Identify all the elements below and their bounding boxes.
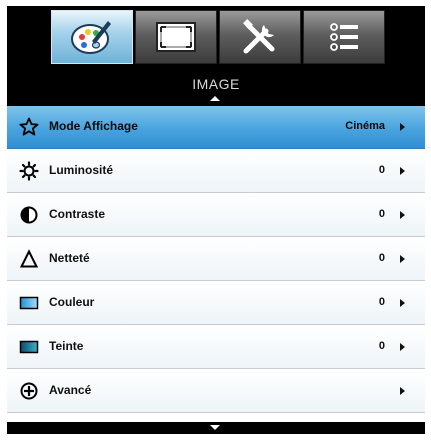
menu-item-label: Mode Affichage [49, 119, 138, 133]
menu-item-value: 0 [378, 296, 385, 308]
advanced-icon [19, 381, 39, 401]
list-icon [330, 23, 358, 51]
contrast-icon [19, 205, 39, 225]
scroll-up-icon[interactable] [210, 96, 220, 101]
chevron-right-icon [400, 255, 405, 263]
screen-frame-icon [156, 22, 196, 52]
chevron-right-icon [400, 387, 405, 395]
menu-item-label: Avancé [49, 383, 92, 397]
palette-icon [71, 21, 111, 54]
menu-item-avance[interactable]: Avancé [7, 370, 425, 413]
menu-item-value: 0 [378, 340, 385, 352]
menu-item-value: Cinéma [345, 120, 385, 132]
chevron-right-icon [400, 123, 405, 131]
menu-item-contraste[interactable]: Contraste 0 [7, 194, 425, 237]
menu-item-label: Contraste [49, 207, 106, 221]
chevron-right-icon [400, 299, 405, 307]
color-icon [19, 293, 39, 313]
chevron-right-icon [400, 343, 405, 351]
menu-item-value: 0 [378, 252, 385, 264]
menu-item-couleur[interactable]: Couleur 0 [7, 282, 425, 325]
menu-item-label: Couleur [49, 295, 95, 309]
menu-item-label: Teinte [49, 339, 84, 353]
chevron-right-icon [400, 167, 405, 175]
menu-item-value: 0 [378, 208, 385, 220]
menu-item-value: 0 [378, 164, 385, 176]
star-icon [19, 117, 39, 137]
scroll-down-icon[interactable] [210, 425, 220, 430]
brightness-icon [19, 161, 39, 181]
menu-header: IMAGE [7, 68, 425, 106]
tab-setup[interactable] [219, 10, 301, 64]
osd-menu: IMAGE Mode Affichage Cinéma Luminosité 0… [7, 6, 425, 434]
menu-item-label: Luminosité [49, 163, 114, 177]
tab-display[interactable] [135, 10, 217, 64]
menu-list: Mode Affichage Cinéma Luminosité 0 Contr… [7, 106, 425, 422]
sharpness-icon [19, 249, 39, 269]
tools-icon [243, 19, 275, 54]
menu-footer [7, 422, 425, 434]
tint-icon [19, 337, 39, 357]
menu-item-nettete[interactable]: Netteté 0 [7, 238, 425, 281]
tab-image[interactable] [51, 10, 133, 64]
menu-title: IMAGE [192, 76, 240, 92]
tab-bar [7, 6, 425, 66]
menu-item-luminosite[interactable]: Luminosité 0 [7, 150, 425, 193]
menu-item-mode-affichage[interactable]: Mode Affichage Cinéma [7, 106, 425, 149]
chevron-right-icon [400, 211, 405, 219]
menu-item-teinte[interactable]: Teinte 0 [7, 326, 425, 369]
menu-item-label: Netteté [49, 251, 90, 265]
tab-options[interactable] [303, 10, 385, 64]
